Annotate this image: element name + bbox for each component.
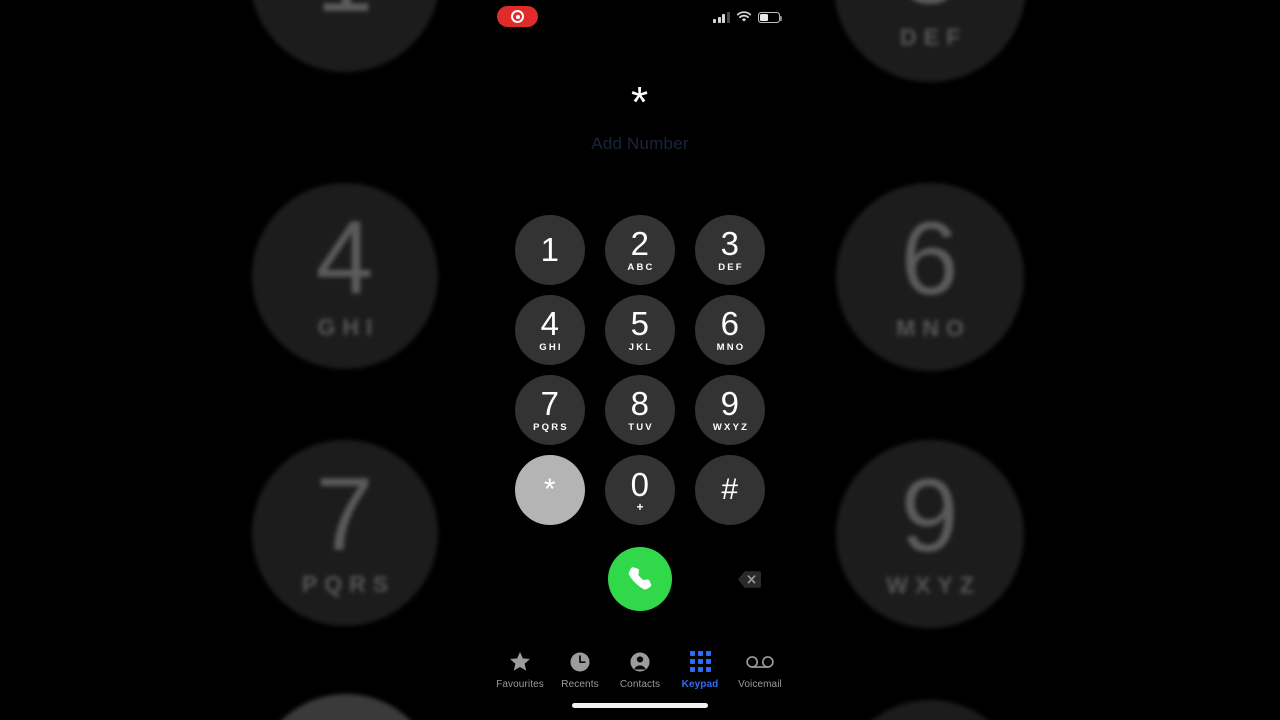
phone-screen: * Add Number 1 2 ABC 3 DEF 4 GHI 5 JKL 6… bbox=[478, 0, 802, 720]
key-8-letters: TUV bbox=[628, 422, 654, 433]
key-3-letters: DEF bbox=[718, 262, 744, 273]
delete-backspace-button[interactable] bbox=[736, 567, 762, 591]
tab-voicemail[interactable]: Voicemail bbox=[730, 649, 790, 690]
entered-number[interactable]: * bbox=[478, 80, 802, 128]
battery-icon bbox=[758, 12, 783, 23]
bg-key-asterisk-active bbox=[254, 694, 438, 720]
key-0-plus: + bbox=[636, 499, 644, 514]
tab-recents[interactable]: Recents bbox=[550, 649, 610, 690]
bg-key-7-letters: PQRS bbox=[301, 571, 396, 598]
key-6-digit: 6 bbox=[720, 305, 740, 342]
key-9-letters: WXYZ bbox=[712, 422, 750, 433]
tab-keypad-label: Keypad bbox=[681, 679, 719, 690]
keypad-grid-icon bbox=[689, 649, 711, 674]
key-hash[interactable]: # bbox=[695, 455, 765, 525]
key-7-letters: PQRS bbox=[533, 422, 569, 433]
phone-handset-icon bbox=[628, 566, 651, 590]
key-1-digit: 1 bbox=[540, 231, 560, 268]
key-9[interactable]: 9 WXYZ bbox=[695, 375, 765, 445]
key-4[interactable]: 4 GHI bbox=[515, 295, 585, 365]
key-5-digit: 5 bbox=[630, 305, 650, 342]
bg-key-4-letters: GHI bbox=[317, 314, 380, 341]
key-0-digit: 0 bbox=[630, 465, 650, 503]
number-display: * Add Number bbox=[478, 80, 802, 154]
key-asterisk[interactable]: * bbox=[515, 455, 585, 525]
tab-favourites-label: Favourites bbox=[496, 679, 544, 690]
key-7[interactable]: 7 PQRS bbox=[515, 375, 585, 445]
bg-key-6-letters: MNO bbox=[896, 315, 971, 342]
call-action-row bbox=[478, 547, 802, 611]
clock-icon bbox=[569, 649, 591, 674]
status-bar bbox=[478, 0, 802, 34]
bg-key-9-digit: 9 bbox=[900, 457, 960, 574]
bg-key-7-digit: 7 bbox=[315, 456, 375, 573]
key-3-digit: 3 bbox=[720, 225, 740, 262]
bg-key-7: 7 PQRS bbox=[252, 440, 438, 626]
call-button[interactable] bbox=[608, 547, 672, 611]
key-hash-digit: # bbox=[721, 473, 739, 506]
wifi-icon bbox=[736, 11, 752, 22]
tab-bar: Favourites Recents Contacts Keypad Voice… bbox=[478, 649, 802, 690]
key-6-letters: MNO bbox=[716, 342, 746, 353]
key-1[interactable]: 1 bbox=[515, 215, 585, 285]
key-2-digit: 2 bbox=[630, 225, 650, 262]
cellular-signal-icon bbox=[713, 12, 730, 23]
bg-key-9-letters: WXYZ bbox=[886, 572, 981, 599]
key-9-digit: 9 bbox=[720, 385, 740, 422]
bg-key-9: 9 WXYZ bbox=[836, 440, 1024, 628]
key-7-digit: 7 bbox=[540, 385, 560, 422]
voicemail-icon bbox=[746, 649, 774, 674]
tab-keypad[interactable]: Keypad bbox=[670, 649, 730, 690]
person-icon bbox=[629, 649, 651, 674]
tab-recents-label: Recents bbox=[561, 679, 599, 690]
tab-contacts[interactable]: Contacts bbox=[610, 649, 670, 690]
key-8-digit: 8 bbox=[630, 385, 650, 422]
bg-key-1: 1 bbox=[250, 0, 440, 72]
tab-voicemail-label: Voicemail bbox=[738, 679, 782, 690]
status-bar-right bbox=[713, 9, 783, 23]
key-5-letters: JKL bbox=[628, 342, 654, 353]
key-6[interactable]: 6 MNO bbox=[695, 295, 765, 365]
backspace-icon bbox=[737, 570, 761, 588]
screen-recording-indicator[interactable] bbox=[497, 6, 538, 27]
key-2-letters: ABC bbox=[627, 262, 655, 273]
bg-key-6: 6 MNO bbox=[836, 183, 1024, 371]
key-8[interactable]: 8 TUV bbox=[605, 375, 675, 445]
key-3[interactable]: 3 DEF bbox=[695, 215, 765, 285]
bg-key-4-digit: 4 bbox=[315, 199, 375, 316]
bg-key-3-letters: DEF bbox=[900, 24, 967, 51]
key-4-letters: GHI bbox=[539, 342, 563, 353]
bg-key-1-digit: 1 bbox=[316, 0, 375, 28]
key-0[interactable]: 0 + bbox=[605, 455, 675, 525]
bg-key-3-digit: 3 bbox=[901, 0, 960, 19]
tab-contacts-label: Contacts bbox=[619, 679, 661, 690]
home-indicator[interactable] bbox=[572, 703, 708, 708]
key-asterisk-digit: * bbox=[543, 473, 557, 506]
key-2[interactable]: 2 ABC bbox=[605, 215, 675, 285]
tab-favourites[interactable]: Favourites bbox=[490, 649, 550, 690]
add-number-button[interactable]: Add Number bbox=[478, 134, 802, 154]
key-5[interactable]: 5 JKL bbox=[605, 295, 675, 365]
screen-recording-frame: 1 3 DEF 4 GHI 6 MNO 7 PQRS 9 WXYZ bbox=[0, 0, 1280, 720]
key-4-digit: 4 bbox=[540, 305, 560, 342]
bg-key-hash bbox=[838, 700, 1022, 720]
bg-key-3: 3 DEF bbox=[834, 0, 1026, 82]
keypad-grid: 1 2 ABC 3 DEF 4 GHI 5 JKL 6 MNO 7 PQRS 8… bbox=[515, 215, 765, 525]
star-icon bbox=[509, 649, 531, 674]
record-circle-icon bbox=[511, 10, 524, 23]
bg-key-4: 4 GHI bbox=[252, 183, 438, 369]
bg-key-6-digit: 6 bbox=[900, 200, 960, 317]
